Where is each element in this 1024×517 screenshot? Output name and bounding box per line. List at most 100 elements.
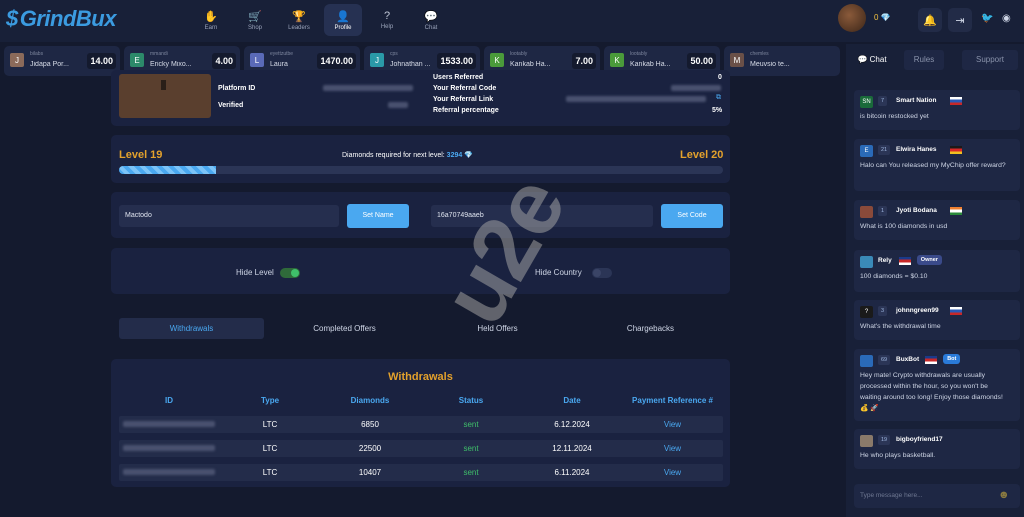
chat-message: E 21 Elwira Hanes Halo can You released my … [854,139,1020,191]
emoji-icon[interactable]: ☻ [998,489,1010,501]
logout-button[interactable]: ⇥ [948,8,972,32]
flag-icon [950,97,963,105]
feed-amount: 14.00 [87,53,116,69]
discord-icon[interactable]: ◉ [1002,13,1011,24]
verified-label: Verified [218,102,244,109]
feed-game: Kankab Ha... [630,61,671,68]
chat-level-badge: 1 [878,206,888,216]
chat-input[interactable]: Type message here... [854,484,1020,508]
role-badge: Owner [916,255,942,265]
feed-user: mmandi [150,51,168,57]
row-type: LTC [262,444,278,453]
level-card [111,135,730,183]
feed-game: Kankab Ha... [510,61,551,68]
logout-icon: ⇥ [955,14,965,27]
feed-user: chemles [750,51,769,57]
column-header: Payment Reference # [632,396,713,405]
referral-link-value [566,96,706,102]
table-row: LTC 6850 sent 6.12.2024 View [119,416,723,433]
chat-level-badge: 3 [878,306,888,316]
user-avatar[interactable] [838,4,866,32]
chat-text: What is 100 diamonds in usd [860,223,948,230]
chat-avatar[interactable]: ? [860,306,873,318]
row-diamonds: 22500 [358,444,382,453]
chat-username[interactable]: BuxBot [896,356,919,363]
feed-user: lootably [630,51,648,57]
privacy-card [111,248,730,294]
tab-rules[interactable]: Rules [904,50,944,70]
nav-leaders[interactable]: 🏆 Leaders [280,4,318,36]
main-nav: ✋ Earn 🛒 Shop 🏆 Leaders 👤 Profile ? Help 💬 Cha… [192,4,450,36]
tab-withdrawals[interactable]: Withdrawals [119,318,264,339]
chat-text: What's the withdrawal time [860,323,941,330]
copy-icon[interactable]: ⧉ [716,94,721,102]
chat-avatar[interactable] [860,206,873,218]
notifications-button[interactable]: 🔔 [918,8,942,32]
flag-icon [950,307,963,315]
table-row: LTC 10407 sent 6.11.2024 View [119,464,723,481]
column-header: Date [563,396,581,405]
hide-level-toggle[interactable] [280,268,300,278]
set-name-button[interactable]: Set Name [347,204,409,228]
nav-shop[interactable]: 🛒 Shop [236,4,274,36]
table-row: LTC 22500 sent 12.11.2024 View [119,440,723,457]
referral-link-label: Your Referral Link [433,96,494,103]
chat-username[interactable]: Elwira Hanes [896,146,936,153]
row-date: 6.11.2024 [554,468,590,477]
view-link[interactable]: View [620,444,725,453]
user-icon: 👤 [336,10,350,23]
nav-earn[interactable]: ✋ Earn [192,4,230,36]
trophy-icon: 🏆 [292,10,306,23]
chat-avatar[interactable]: SN [860,96,873,108]
chat-message: SN 7 Smart Nation is bitcoin restocked yet [854,90,1020,130]
nav-profile[interactable]: 👤 Profile [324,4,362,36]
tab-chargebacks[interactable]: Chargebacks [578,324,723,333]
column-header: Diamonds [350,396,390,405]
watermark: u2e [423,161,585,341]
chat-text: Halo can You released my MyChip offer re… [860,162,1006,169]
feed-game: Jidapa Por... [30,61,69,68]
feed-item: Jbilabs Jidapa Por... 14.00 [4,46,120,76]
feed-user: bilabs [30,51,44,57]
chat-avatar[interactable] [860,355,873,367]
nav-chat[interactable]: 💬 Chat [412,4,450,36]
feed-amount: 7.00 [572,53,596,69]
tab-support[interactable]: Support [962,50,1018,70]
diamond-icon: 💎 [464,152,473,159]
hide-country-toggle[interactable] [592,268,612,278]
set-code-button[interactable]: Set Code [661,204,723,228]
chat-username[interactable]: johnngreen99 [896,307,939,314]
row-type: LTC [262,468,278,477]
chat-username[interactable]: Rely [878,257,892,264]
chat-text: Hey mate! Crypto withdrawals are usually… [860,372,1003,412]
feed-amount: 1470.00 [317,53,356,69]
view-link[interactable]: View [620,468,725,477]
row-id [123,445,215,451]
chat-level-badge: 21 [878,145,891,155]
chat-text: is bitcoin restocked yet [860,113,929,120]
feed-item: Mchemles Meuvsio te... [724,46,840,76]
chat-avatar[interactable] [860,256,873,268]
feed-amount: 50.00 [687,53,716,69]
row-id [123,421,215,427]
chat-username[interactable]: bigboyfriend17 [896,436,943,443]
view-link[interactable]: View [620,420,725,429]
tab-completed-offers[interactable]: Completed Offers [272,324,417,333]
game-avatar: J [370,53,384,67]
chat-avatar[interactable] [860,435,873,447]
feed-game: Ericky Mixo... [150,61,192,68]
row-id [123,469,215,475]
game-avatar: K [610,53,624,67]
chat-username[interactable]: Jyoti Bodana [896,207,937,214]
twitter-icon[interactable]: 🐦 [981,13,993,24]
nav-help[interactable]: ? Help [368,4,406,36]
verified-value [388,102,408,108]
chat-text: He who plays basketball. [860,452,936,459]
chat-icon: 💬 [424,10,438,23]
chat-username[interactable]: Smart Nation [896,97,936,104]
name-input[interactable]: Mactodo [119,205,339,227]
chat-avatar[interactable]: E [860,145,873,157]
row-status: sent [463,468,479,477]
tab-chat[interactable]: 💬 Chat [852,50,892,70]
logo[interactable]: $GrindBux [6,6,116,32]
